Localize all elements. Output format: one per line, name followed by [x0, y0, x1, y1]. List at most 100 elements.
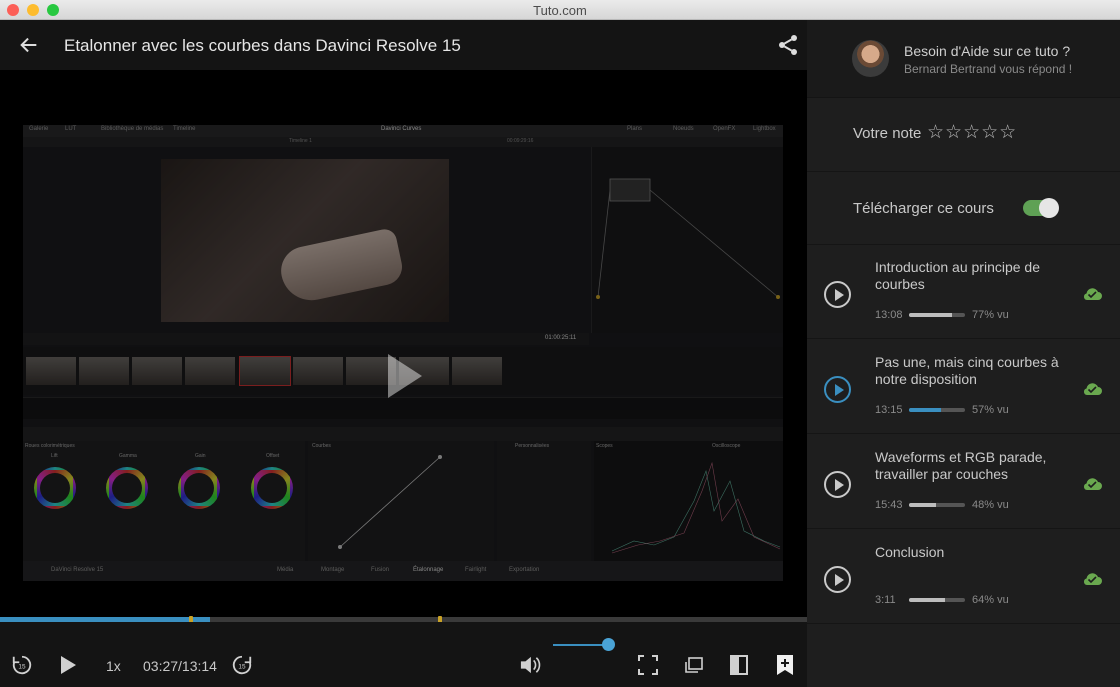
lesson-progress-bar: [909, 313, 965, 317]
resolve-tab: LUT: [65, 126, 77, 132]
resolve-curves-panel: Courbes: [308, 441, 494, 561]
picture-in-picture-icon[interactable]: [684, 655, 704, 675]
lesson-progress-fill: [909, 598, 945, 602]
window-titlebar: Tuto.com: [0, 0, 1120, 20]
resolve-page: Fusion: [371, 567, 390, 573]
resolve-tab: Bibliothèque de médias: [101, 126, 164, 132]
window-title: Tuto.com: [533, 3, 587, 18]
reader-mode-icon[interactable]: [729, 654, 749, 676]
lesson-duration: 13:15: [875, 404, 903, 416]
resolve-viewer: [161, 159, 449, 322]
lesson-play-icon[interactable]: [824, 281, 851, 308]
resolve-tab: Galerie: [29, 126, 49, 132]
resolve-toolbar: [23, 427, 783, 441]
lesson-progress-label: 64% vu: [972, 594, 1009, 606]
panel-label: Oscilloscope: [712, 443, 741, 449]
gamma-wheel: [106, 467, 148, 509]
play-icon[interactable]: [58, 655, 78, 675]
resolve-screenshot: Galerie LUT Bibliothèque de médias Timel…: [23, 125, 783, 581]
lesson-duration: 13:08: [875, 309, 903, 321]
wheel-label: Lift: [51, 453, 58, 459]
lesson-play-icon[interactable]: [824, 566, 851, 593]
resolve-tab: Lightbox: [753, 126, 776, 132]
back-arrow-icon[interactable]: [18, 34, 40, 56]
course-title: Etalonner avec les courbes dans Davinci …: [64, 36, 461, 55]
playback-speed[interactable]: 1x: [106, 658, 121, 674]
panel-label: Personnalisées: [515, 443, 550, 449]
lesson-play-icon[interactable]: [824, 376, 851, 403]
resolve-page: Exportation: [509, 567, 540, 573]
lesson-item[interactable]: Waveforms et RGB parade, travailler par …: [807, 435, 1120, 529]
lesson-progress-bar: [909, 503, 965, 507]
lesson-duration: 3:11: [875, 594, 896, 606]
lesson-progress-fill: [909, 313, 953, 317]
rating-stars[interactable]: ☆☆☆☆☆: [927, 121, 1017, 144]
cloud-check-icon: [1083, 383, 1102, 395]
resolve-app-title: Davinci Curves: [381, 126, 422, 132]
lesson-title: Introduction au principe de courbes: [875, 259, 1040, 292]
player-header: Etalonner avec les courbes dans Davinci …: [0, 20, 807, 70]
resolve-clip-timecode: 01:00:25:11: [545, 335, 577, 341]
lesson-progress-fill: [909, 408, 941, 412]
bookmark-add-icon[interactable]: [776, 654, 794, 676]
waveform-scope: [611, 461, 781, 554]
video-player: Etalonner avec les courbes dans Davinci …: [0, 20, 807, 687]
resolve-transport: 01:00:25:11: [23, 333, 589, 345]
rewind-label: 15: [18, 664, 26, 671]
lesson-progress-label: 57% vu: [972, 404, 1009, 416]
avatar: [852, 40, 889, 77]
resolve-scopes-panel: Scopes Oscilloscope: [594, 441, 783, 561]
wheel-label: Gamma: [119, 453, 137, 459]
resolve-app-name: DaVinci Resolve 15: [51, 567, 104, 573]
course-sidebar: Besoin d'Aide sur ce tuto ? Bernard Bert…: [807, 20, 1120, 687]
lesson-item[interactable]: Introduction au principe de courbes 13:08…: [807, 245, 1120, 339]
volume-icon[interactable]: [519, 655, 541, 675]
download-toggle[interactable]: [1023, 198, 1059, 218]
panel-label: Courbes: [312, 443, 331, 449]
lesson-progress-fill: [909, 503, 936, 507]
cloud-check-icon: [1083, 478, 1102, 490]
fullscreen-icon[interactable]: [638, 655, 658, 675]
clip-thumbnail: [185, 357, 235, 385]
wheel-label: Offset: [266, 453, 280, 459]
lesson-progress-label: 77% vu: [972, 309, 1009, 321]
lesson-progress-bar: [909, 598, 965, 602]
clip-thumbnail: [452, 357, 502, 385]
resolve-page: Montage: [321, 567, 345, 573]
resolve-topbar: Galerie LUT Bibliothèque de médias Timel…: [23, 125, 783, 137]
lesson-progress-label: 48% vu: [972, 499, 1009, 511]
resolve-page: Étalonnage: [413, 567, 444, 573]
node-graph-lines: [596, 178, 780, 299]
wheel-label: Gain: [195, 453, 206, 459]
resolve-node-graph: [591, 147, 783, 333]
resolve-tab: Timeline: [173, 126, 196, 132]
rewind-15-icon[interactable]: 15: [11, 654, 33, 676]
clip-thumbnail: [26, 357, 76, 385]
download-label: Télécharger ce cours: [853, 200, 994, 217]
resolve-viewer-bar: Timeline 1 00:09:29:16: [23, 137, 783, 147]
panel-label: Scopes: [596, 443, 613, 449]
ballet-shoe-image: [276, 227, 406, 306]
help-panel[interactable]: Besoin d'Aide sur ce tuto ? Bernard Bert…: [807, 20, 1120, 98]
forward-15-icon[interactable]: 15: [231, 654, 253, 676]
resolve-color-wheels: Roues colorimétriques Lift Gamma Gain Of…: [23, 441, 305, 561]
curve-graph: [338, 455, 442, 549]
cloud-check-icon: [1083, 288, 1102, 300]
resolve-page: Média: [277, 567, 294, 573]
volume-knob[interactable]: [602, 638, 615, 651]
video-frame[interactable]: Galerie LUT Bibliothèque de médias Timel…: [0, 70, 807, 636]
clip-thumbnail: [132, 357, 182, 385]
big-play-icon[interactable]: [388, 354, 422, 398]
share-icon[interactable]: [776, 33, 800, 57]
resolve-custom-panel: Personnalisées: [497, 441, 591, 561]
offset-wheel: [251, 467, 293, 509]
lesson-play-icon[interactable]: [824, 471, 851, 498]
help-subtitle: Bernard Bertrand vous répond !: [904, 62, 1073, 76]
resolve-timecode: 00:09:29:16: [507, 138, 534, 144]
rating-panel: Votre note ☆☆☆☆☆: [807, 98, 1120, 172]
lesson-item[interactable]: Pas une, mais cinq courbes à notre dispo…: [807, 340, 1120, 434]
lesson-item[interactable]: Conclusion 3:11 64% vu: [807, 530, 1120, 624]
clip-thumbnail: [239, 356, 291, 386]
help-title: Besoin d'Aide sur ce tuto ?: [904, 43, 1071, 59]
cloud-check-icon: [1083, 573, 1102, 585]
